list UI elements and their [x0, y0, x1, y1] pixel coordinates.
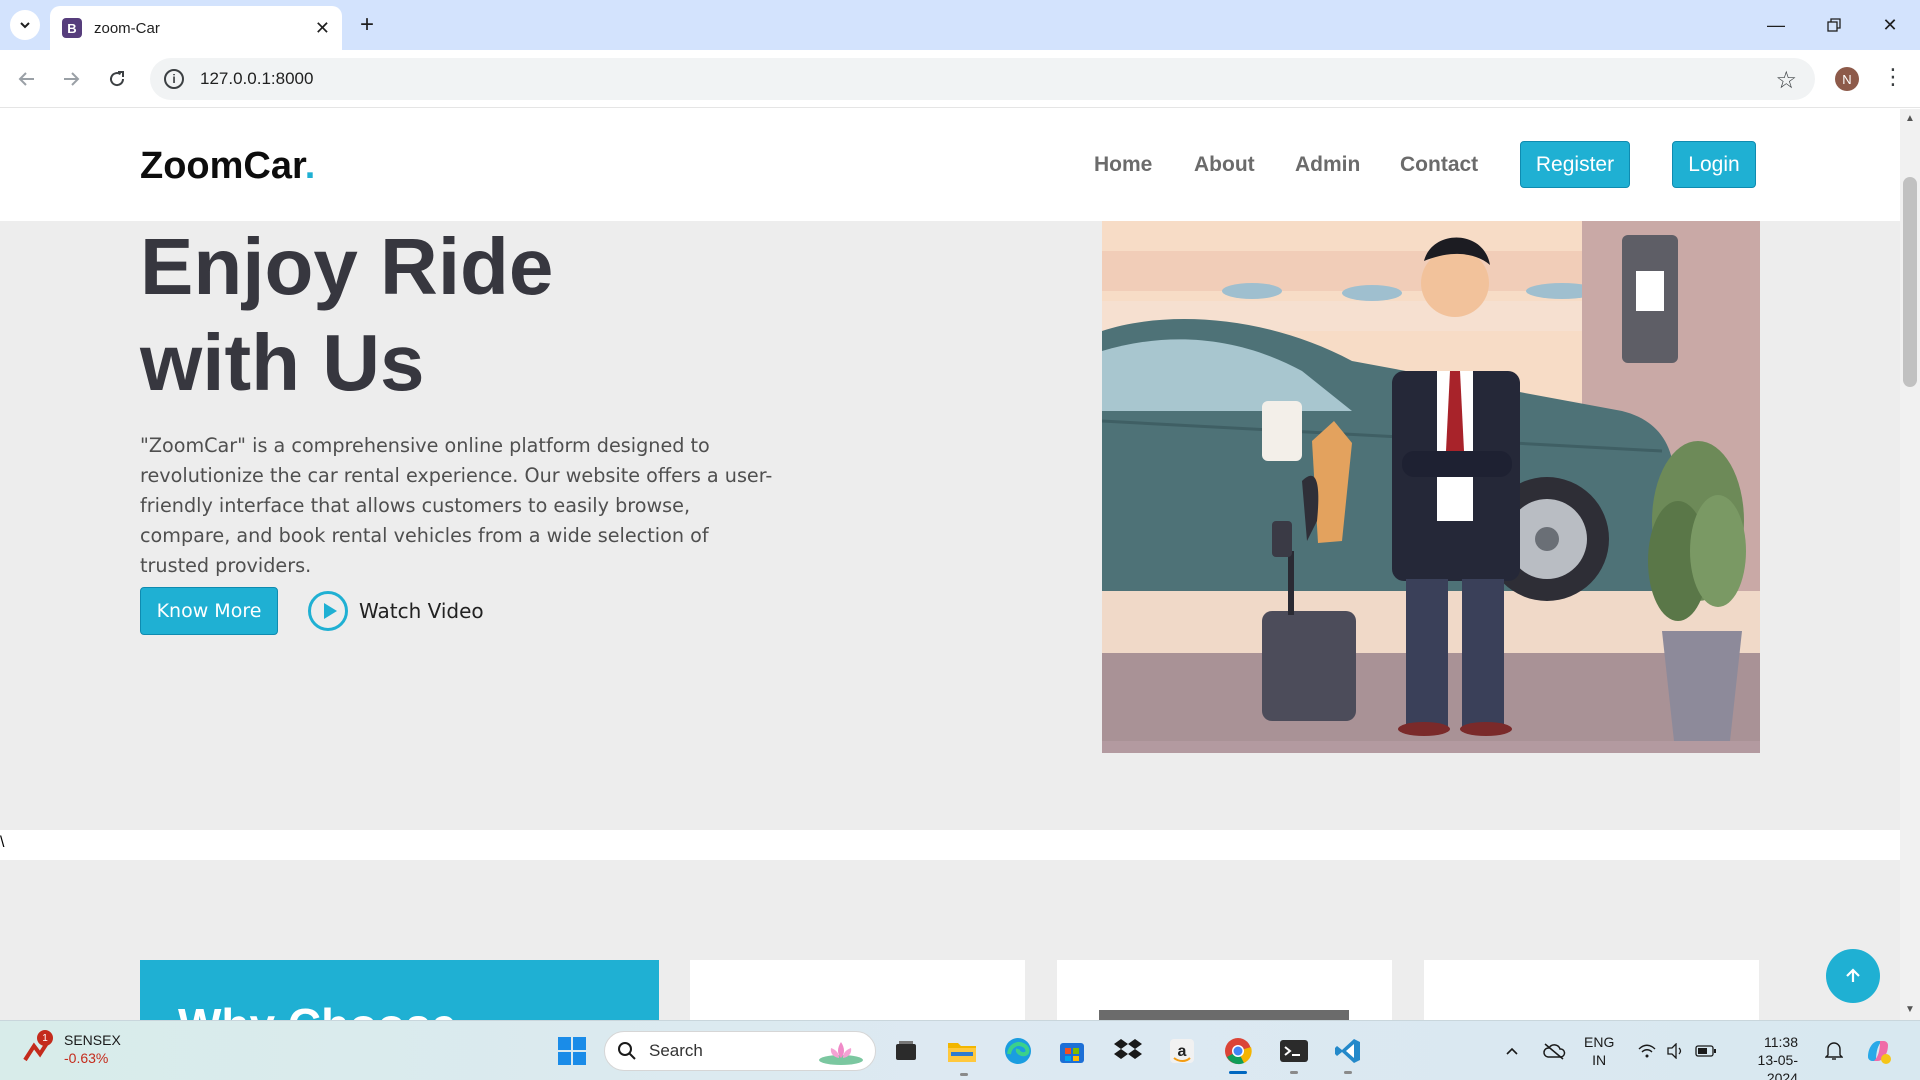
- feature-card-1: [690, 960, 1025, 1020]
- nav-admin-link[interactable]: Admin: [1295, 153, 1360, 177]
- arrow-up-icon: [1846, 968, 1860, 982]
- new-tab-plus-icon[interactable]: +: [352, 10, 382, 40]
- notification-bell-icon[interactable]: [1822, 1039, 1846, 1063]
- watch-video-link[interactable]: Watch Video: [308, 591, 484, 631]
- stock-chart-icon: 1: [22, 1030, 53, 1064]
- browser-menu-icon[interactable]: ⋮: [1882, 64, 1904, 90]
- back-to-top-button[interactable]: [1826, 949, 1880, 1003]
- task-view-icon[interactable]: [888, 1033, 924, 1069]
- page-viewport: ZoomCar. Home About Admin Contact Regist…: [0, 109, 1900, 1020]
- close-window-icon[interactable]: ✕: [1862, 0, 1918, 50]
- browser-toolbar: i 127.0.0.1:8000 ☆ N ⋮: [0, 50, 1920, 108]
- why-choose-heading: Why Choose: [178, 998, 457, 1020]
- stray-backslash: \: [0, 834, 5, 851]
- why-choose-box: Why Choose: [140, 960, 659, 1020]
- chrome-icon[interactable]: [1220, 1033, 1256, 1069]
- language-indicator[interactable]: ENG IN: [1584, 1033, 1614, 1069]
- reload-icon[interactable]: [102, 64, 132, 94]
- terminal-running-indicator: [1290, 1071, 1298, 1074]
- browser-tab-active[interactable]: B zoom-Car ✕: [50, 6, 342, 50]
- scroll-up-arrow-icon[interactable]: ▲: [1904, 113, 1916, 125]
- onedrive-offline-icon[interactable]: [1540, 1039, 1568, 1063]
- tab-close-icon[interactable]: ✕: [315, 18, 330, 39]
- lotus-search-highlight-icon: [819, 1042, 863, 1065]
- play-icon[interactable]: [308, 591, 348, 631]
- search-icon: [618, 1042, 636, 1060]
- file-explorer-icon[interactable]: [944, 1033, 980, 1069]
- watch-video-label: Watch Video: [359, 599, 484, 623]
- logo-text: ZoomCar: [140, 145, 305, 187]
- nav-contact-link[interactable]: Contact: [1400, 153, 1478, 177]
- site-logo[interactable]: ZoomCar.: [140, 145, 315, 188]
- file-explorer-running-indicator: [960, 1073, 968, 1076]
- stock-widget[interactable]: 1 SENSEX -0.63%: [22, 1030, 121, 1067]
- page-scrollbar[interactable]: ▲ ▼: [1900, 109, 1920, 1020]
- restore-window-icon[interactable]: [1806, 0, 1862, 50]
- scroll-down-arrow-icon[interactable]: ▼: [1904, 1004, 1916, 1016]
- vscode-icon[interactable]: [1330, 1033, 1366, 1069]
- chrome-active-indicator: [1229, 1071, 1247, 1074]
- browser-tab-strip: B zoom-Car ✕ + — ✕: [0, 0, 1920, 50]
- windows-start-icon[interactable]: [554, 1033, 590, 1069]
- logo-dot: .: [304, 145, 316, 187]
- show-hidden-icons-chevron-icon[interactable]: [1500, 1039, 1524, 1063]
- forward-arrow-icon[interactable]: [56, 64, 86, 94]
- register-button[interactable]: Register: [1520, 141, 1630, 188]
- bookmark-star-icon[interactable]: ☆: [1775, 66, 1797, 95]
- feature-card-2: [1057, 960, 1392, 1020]
- back-arrow-icon[interactable]: [12, 64, 42, 94]
- nav-about-link[interactable]: About: [1194, 153, 1255, 177]
- site-navbar: ZoomCar. Home About Admin Contact Regist…: [0, 109, 1900, 221]
- battery-icon[interactable]: [1694, 1039, 1718, 1063]
- amazon-icon[interactable]: a: [1164, 1033, 1200, 1069]
- tab-search-button[interactable]: [10, 10, 40, 40]
- hero-title-line-2: with Us: [140, 318, 425, 407]
- terminal-icon[interactable]: [1276, 1033, 1312, 1069]
- clock-date: 13-05-2024: [1757, 1052, 1798, 1080]
- bootstrap-favicon-icon: B: [62, 18, 82, 38]
- clock[interactable]: 11:38 13-05-2024: [1734, 1033, 1798, 1080]
- stray-text-strip: \: [0, 830, 1900, 860]
- region-code: IN: [1592, 1052, 1607, 1068]
- hero-description: "ZoomCar" is a comprehensive online plat…: [140, 434, 773, 577]
- hero-title: Enjoy Ride with Us: [140, 219, 553, 411]
- scrollbar-thumb[interactable]: [1903, 177, 1917, 387]
- hero-title-line-1: Enjoy Ride: [140, 222, 554, 311]
- widget-change: -0.63%: [64, 1050, 109, 1066]
- dropbox-icon[interactable]: [1110, 1033, 1146, 1069]
- address-url[interactable]: 127.0.0.1:8000: [200, 69, 313, 89]
- widget-name: SENSEX: [64, 1032, 121, 1048]
- chevron-down-icon: [20, 22, 30, 29]
- minimize-icon[interactable]: —: [1748, 0, 1804, 50]
- taskbar-search-label: Search: [649, 1041, 703, 1060]
- site-info-icon[interactable]: i: [164, 69, 184, 89]
- microsoft-store-icon[interactable]: [1054, 1033, 1090, 1069]
- widget-text: SENSEX -0.63%: [64, 1031, 121, 1067]
- nav-home-link[interactable]: Home: [1094, 153, 1152, 177]
- edge-browser-icon[interactable]: [1000, 1033, 1036, 1069]
- tab-title: zoom-Car: [94, 19, 160, 37]
- volume-icon[interactable]: [1664, 1039, 1686, 1063]
- wifi-icon[interactable]: [1636, 1039, 1658, 1063]
- widget-badge: 1: [37, 1030, 53, 1046]
- profile-avatar[interactable]: N: [1835, 67, 1859, 91]
- know-more-button[interactable]: Know More: [140, 587, 278, 635]
- address-bar[interactable]: i 127.0.0.1:8000 ☆: [150, 58, 1815, 100]
- taskbar-search-box[interactable]: Search: [604, 1031, 876, 1071]
- hero-illustration: [1102, 221, 1760, 753]
- language-code: ENG: [1584, 1034, 1615, 1050]
- copilot-icon[interactable]: [1862, 1035, 1894, 1067]
- svg-text:a: a: [1178, 1043, 1187, 1060]
- feature-card-3: [1424, 960, 1759, 1020]
- windows-taskbar: 1 SENSEX -0.63% Search a ENG IN 11:38 13…: [0, 1020, 1920, 1080]
- clock-time: 11:38: [1764, 1034, 1798, 1050]
- feature-card-image: [1099, 1010, 1349, 1020]
- vscode-running-indicator: [1344, 1071, 1352, 1074]
- login-button[interactable]: Login: [1672, 141, 1756, 188]
